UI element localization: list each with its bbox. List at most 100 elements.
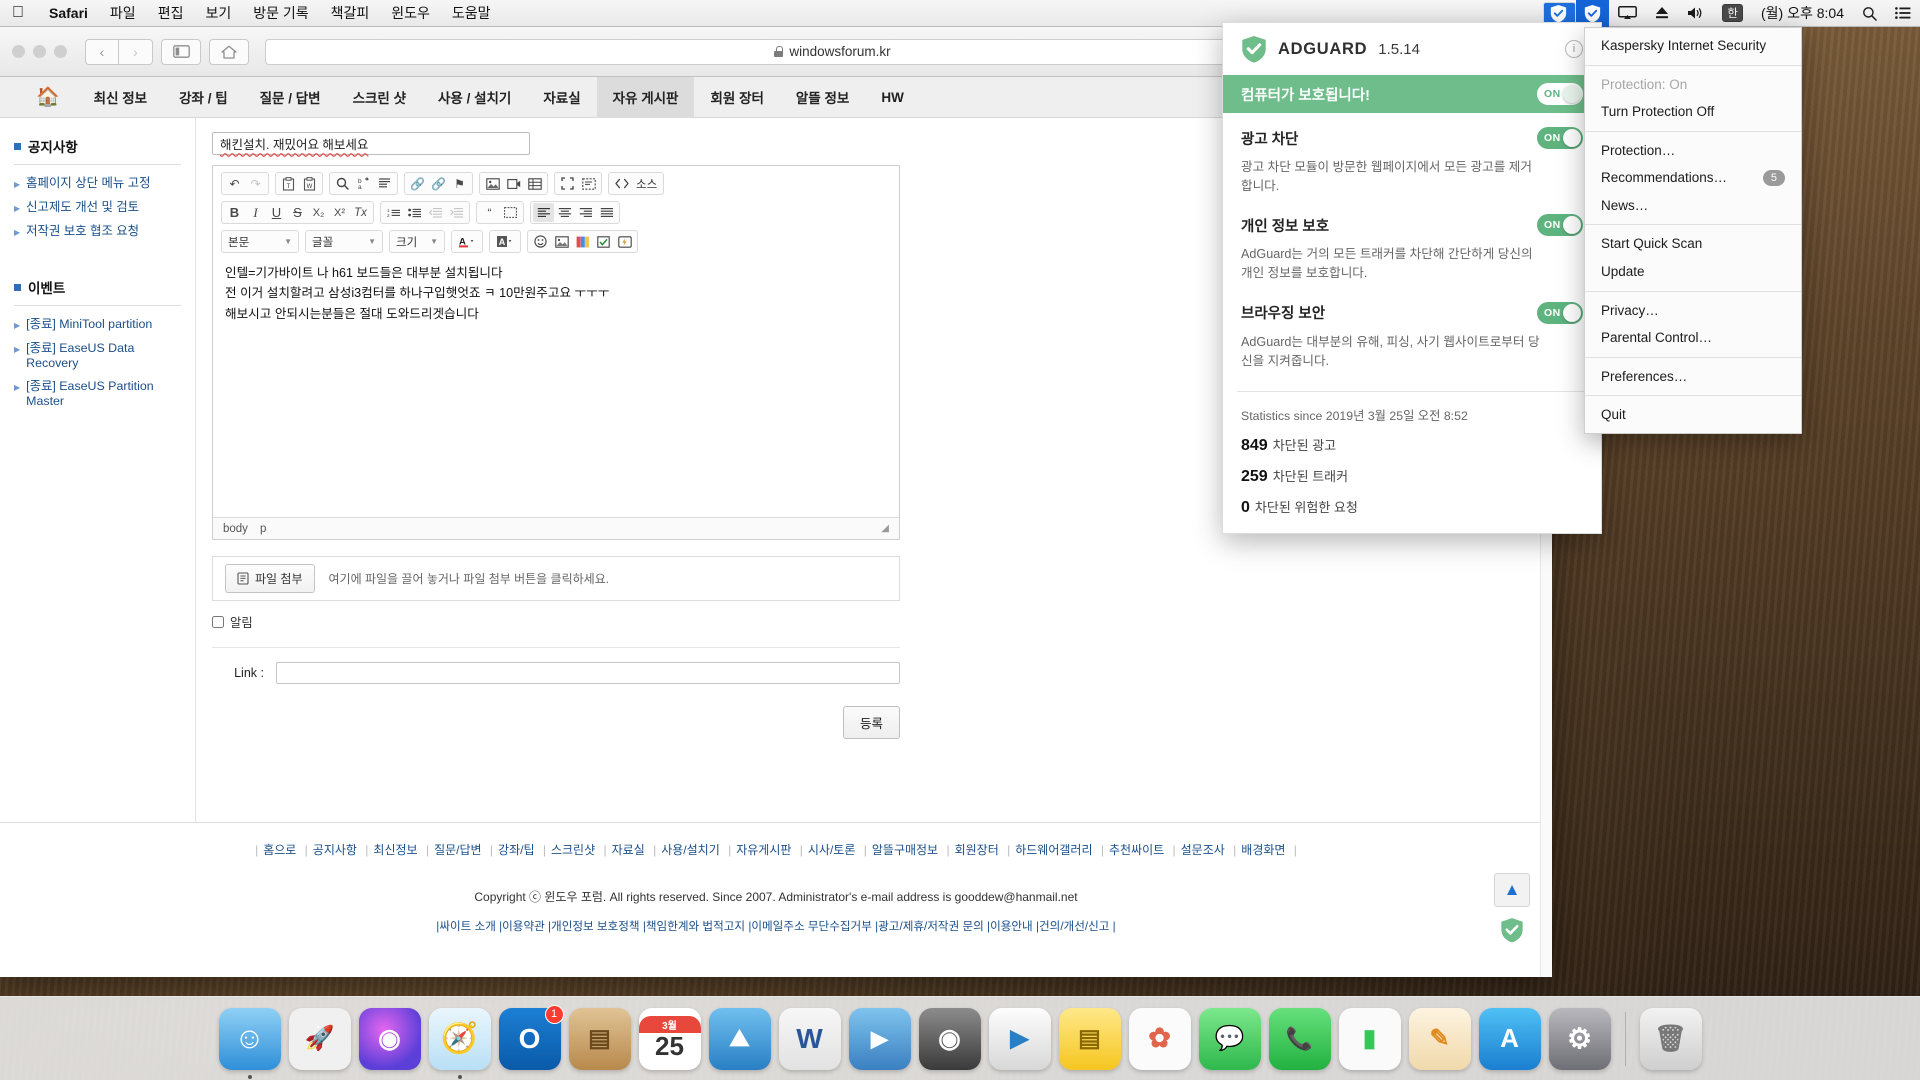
footer-link[interactable]: 이용약관 — [502, 920, 545, 933]
blockquote-icon[interactable]: “ — [479, 203, 500, 222]
dock-item-contacts[interactable]: ▤ — [568, 1007, 631, 1070]
flash-icon[interactable] — [614, 232, 635, 251]
dock-item-system-preferences[interactable]: ⚙ — [1548, 1007, 1611, 1070]
search-icon[interactable] — [332, 174, 353, 193]
outdent-icon[interactable] — [425, 203, 446, 222]
apple-menu-icon[interactable]:  — [12, 5, 24, 21]
dock-item-calendar[interactable]: 3월 25 — [638, 1007, 701, 1070]
footer-link[interactable]: 질문/답변 — [434, 843, 482, 857]
browsing-security-toggle[interactable]: ON — [1537, 301, 1583, 324]
dock-item-outlook[interactable]: O 1 — [498, 1004, 564, 1070]
undo-icon[interactable]: ↶ — [224, 174, 245, 193]
airplay-icon[interactable] — [1609, 0, 1646, 26]
editor-content[interactable]: 인텔=기가바이트 나 h61 보드들은 대부분 설치됩니다 전 이거 설치할려고… — [213, 253, 899, 517]
dock-item-quicktime[interactable]: ▶ — [848, 1007, 911, 1070]
align-right-icon[interactable] — [575, 203, 596, 222]
scroll-to-top-button[interactable]: ▲ — [1494, 873, 1530, 907]
post-title-input[interactable]: 해킨설치. 재밌어요 해보세요 — [212, 132, 530, 155]
footer-link[interactable]: 배경화면 — [1241, 843, 1285, 857]
menu-item-file[interactable]: 파일 — [99, 3, 147, 23]
resize-grip-icon[interactable]: ◢ — [881, 523, 889, 534]
menu-item-view[interactable]: 보기 — [194, 3, 242, 23]
menu-item-help[interactable]: 도움말 — [441, 3, 502, 23]
paragraph-format-select[interactable]: 본문 ▼ — [221, 230, 299, 253]
paste-word-icon[interactable]: W — [299, 174, 320, 193]
table-icon[interactable] — [524, 174, 545, 193]
superscript-button[interactable]: X² — [329, 203, 350, 222]
dock-item-word[interactable]: W — [778, 1007, 841, 1070]
notification-center-icon[interactable] — [1886, 0, 1920, 26]
footer-link[interactable]: 자료실 — [612, 843, 645, 857]
strikethrough-button[interactable]: S — [287, 203, 308, 222]
footer-link[interactable]: 책임한계와 법적고지 — [646, 920, 745, 933]
color-palette-icon[interactable] — [572, 232, 593, 251]
path-item-p[interactable]: p — [260, 523, 266, 535]
menu-item-turn-protection-off[interactable]: Turn Protection Off — [1585, 98, 1801, 126]
paste-text-icon[interactable]: T — [278, 174, 299, 193]
footer-link[interactable]: 광고/제휴/저작권 문의 — [878, 920, 984, 933]
footer-link[interactable]: 자유게시판 — [736, 843, 791, 857]
dock-item-finder[interactable]: ☺ — [218, 1007, 281, 1079]
footer-link[interactable]: 최신정보 — [373, 843, 417, 857]
align-left-icon[interactable] — [533, 203, 554, 222]
dock-item-numbers[interactable]: ▮ — [1338, 1007, 1401, 1070]
select-all-icon[interactable] — [374, 174, 395, 193]
indent-icon[interactable] — [446, 203, 467, 222]
list-item[interactable]: ▶ 신고제도 개선 및 검토 — [14, 197, 181, 215]
menu-item-kaspersky-title[interactable]: Kaspersky Internet Security — [1585, 32, 1801, 60]
input-source-indicator[interactable]: 한 — [1713, 0, 1752, 26]
numbered-list-icon[interactable]: 12 — [383, 203, 404, 222]
attach-file-button[interactable]: 파일 첨부 — [225, 564, 315, 593]
privacy-toggle[interactable]: ON — [1537, 214, 1583, 237]
minimize-window-button[interactable] — [33, 45, 46, 58]
menu-item-privacy[interactable]: Privacy… — [1585, 297, 1801, 325]
footer-link[interactable]: 시사/토론 — [808, 843, 856, 857]
notify-checkbox[interactable] — [212, 616, 224, 628]
italic-button[interactable]: I — [245, 203, 266, 222]
source-label[interactable]: 소스 — [632, 176, 661, 192]
path-item-body[interactable]: body — [223, 523, 248, 535]
nav-item-member-market[interactable]: 회원 장터 — [694, 77, 779, 118]
footer-link[interactable]: 강좌/팁 — [498, 843, 534, 857]
footer-link[interactable]: 이메일주소 무단수집거부 — [751, 920, 872, 933]
menu-item-edit[interactable]: 편집 — [147, 3, 195, 23]
spotlight-search-icon[interactable] — [1853, 0, 1886, 26]
redo-icon[interactable]: ↷ — [245, 174, 266, 193]
replace-icon[interactable]: ba — [353, 174, 374, 193]
close-window-button[interactable] — [12, 45, 25, 58]
text-color-icon[interactable]: A — [454, 232, 480, 251]
list-item[interactable]: ▶ [종료] EaseUS Partition Master — [14, 376, 181, 408]
menu-item-bookmarks[interactable]: 책갈피 — [320, 3, 381, 23]
dock-item-safari[interactable]: 🧭 — [428, 1007, 491, 1079]
eject-icon[interactable] — [1646, 0, 1678, 26]
nav-item-deals[interactable]: 알뜰 정보 — [780, 77, 865, 118]
footer-link[interactable]: 싸이트 소개 — [439, 920, 496, 933]
footer-link[interactable]: 건의/개선/신고 — [1039, 920, 1109, 933]
nav-item-tutorial[interactable]: 강좌 / 팁 — [163, 77, 244, 118]
bulleted-list-icon[interactable] — [404, 203, 425, 222]
bold-button[interactable]: B — [224, 203, 245, 222]
dock-item-photos[interactable]: ✿ — [1128, 1007, 1191, 1070]
menu-item-news[interactable]: News… — [1585, 192, 1801, 220]
footer-link[interactable]: 하드웨어갤러리 — [1015, 843, 1092, 857]
emoticon-icon[interactable] — [530, 232, 551, 251]
menu-item-preferences[interactable]: Preferences… — [1585, 363, 1801, 391]
nav-item-hw[interactable]: HW — [865, 77, 920, 118]
subscript-button[interactable]: X₂ — [308, 203, 329, 222]
dock-item-keynote[interactable]: ⛰ — [708, 1007, 771, 1070]
footer-link[interactable]: 공지사항 — [313, 843, 357, 857]
dock-item-notes[interactable]: ▤ — [1058, 1007, 1121, 1070]
nav-item-usage[interactable]: 사용 / 설치기 — [422, 77, 527, 118]
maximize-window-button[interactable] — [54, 45, 67, 58]
menu-item-start-quick-scan[interactable]: Start Quick Scan — [1585, 230, 1801, 258]
footer-link[interactable]: 개인정보 보호정책 — [551, 920, 640, 933]
footer-link[interactable]: 회원장터 — [955, 843, 999, 857]
list-item[interactable]: ▶ [종료] EaseUS Data Recovery — [14, 338, 181, 370]
menu-item-parental-control[interactable]: Parental Control… — [1585, 324, 1801, 352]
align-center-icon[interactable] — [554, 203, 575, 222]
image-icon[interactable] — [482, 174, 503, 193]
footer-link[interactable]: 스크린샷 — [551, 843, 595, 857]
list-item[interactable]: ▶ 저작권 보호 협조 요청 — [14, 221, 181, 239]
video-icon[interactable] — [503, 174, 524, 193]
footer-link[interactable]: 홈으로 — [263, 843, 296, 857]
